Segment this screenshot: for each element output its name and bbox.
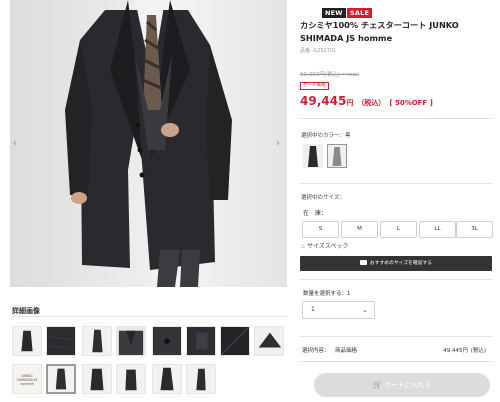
divider <box>300 336 492 337</box>
tax-note: （税込） <box>357 99 386 107</box>
selection-item: 商品価格 <box>335 348 358 354</box>
thumbnail[interactable] <box>12 326 42 356</box>
divider <box>300 183 492 184</box>
thumbnail[interactable] <box>46 326 76 356</box>
chevron-left-icon: ‹ <box>12 136 18 149</box>
add-to-cart-button[interactable]: 🛒 カートに入れる <box>314 373 490 397</box>
thumbnail[interactable] <box>186 364 216 394</box>
thumbnail[interactable] <box>254 326 284 356</box>
color-swatch-gray[interactable] <box>327 144 347 168</box>
discount-label: [ 50%OFF ] <box>389 99 433 107</box>
price-value: 49,445 <box>300 94 347 108</box>
selection-amount: 49,445円 <box>443 348 468 354</box>
thumbnail[interactable] <box>152 326 182 356</box>
thumbnail[interactable] <box>82 326 112 356</box>
selected-size-label: 選択中のサイズ： <box>301 195 345 201</box>
size-button-ll[interactable]: LL <box>419 221 456 238</box>
add-to-cart-label: カートに入れる <box>385 381 431 389</box>
divider <box>300 118 492 119</box>
divider <box>12 316 288 317</box>
divider <box>300 361 492 362</box>
new-badge: NEW <box>322 8 346 18</box>
quantity-label: 数量を選択する：1 <box>303 291 351 297</box>
divider <box>300 279 492 280</box>
thumbnail[interactable] <box>186 326 216 356</box>
thumbnail[interactable] <box>116 364 146 394</box>
cart-icon: 🛒 <box>373 381 383 389</box>
thumbnail[interactable] <box>116 326 146 356</box>
thumbnail-label[interactable]: JUNKO SHIMADA JS homme <box>12 364 42 394</box>
product-sku: 品番: G252701 <box>300 48 337 54</box>
gallery-prev-button[interactable]: ‹ <box>10 136 20 150</box>
original-price: 90,000円(税込) 〜mail <box>300 72 360 78</box>
size-guide-icon <box>359 259 367 265</box>
thumbnail[interactable] <box>152 364 182 394</box>
sale-price-tag: セール価格 <box>300 82 329 90</box>
thumbnail[interactable] <box>220 326 250 356</box>
selection-tax: (税込) <box>470 348 486 354</box>
price-unit: 円 <box>346 99 354 107</box>
brand-label-text: JUNKO SHIMADA JS homme <box>16 374 38 386</box>
detail-images-heading: 詳細画像 <box>12 307 40 315</box>
gallery-next-button[interactable]: › <box>273 136 283 150</box>
selection-summary: 選択内容： 商品価格 49,445円 (税込) <box>302 346 492 356</box>
product-title: カシミヤ100% チェスターコート JUNKO SHIMADA JS homme <box>300 20 459 43</box>
main-product-image <box>10 0 287 287</box>
size-spec-link[interactable]: :: サイズスペック <box>301 241 348 250</box>
color-swatch-black[interactable] <box>303 144 323 168</box>
sale-badge: SALE <box>347 8 373 18</box>
recommend-size-button[interactable]: おすすめのサイズを確認する <box>300 256 492 271</box>
sale-price: 49,445円 （税込）[ 50%OFF ] <box>300 90 433 109</box>
chevron-right-icon: › <box>275 136 281 149</box>
thumbnail[interactable] <box>82 364 112 394</box>
coat-model-illustration <box>65 0 232 287</box>
size-button-s[interactable]: S <box>302 221 339 238</box>
size-button-3l[interactable]: 3L <box>456 221 493 238</box>
chevron-down-icon: ⌄ <box>362 306 368 314</box>
quantity-select[interactable]: 1 ⌄ <box>302 301 375 319</box>
stock-heading: 在 庫： <box>303 210 328 217</box>
size-button-l[interactable]: L <box>380 221 417 238</box>
thumbnail-selected[interactable] <box>46 364 76 394</box>
selection-label: 選択内容： <box>302 348 330 354</box>
quantity-value: 1 <box>311 306 315 313</box>
recommend-size-label: おすすめのサイズを確認する <box>369 261 433 266</box>
selected-color-label: 選択中のカラー：黒 <box>301 133 351 139</box>
size-button-m[interactable]: M <box>341 221 378 238</box>
